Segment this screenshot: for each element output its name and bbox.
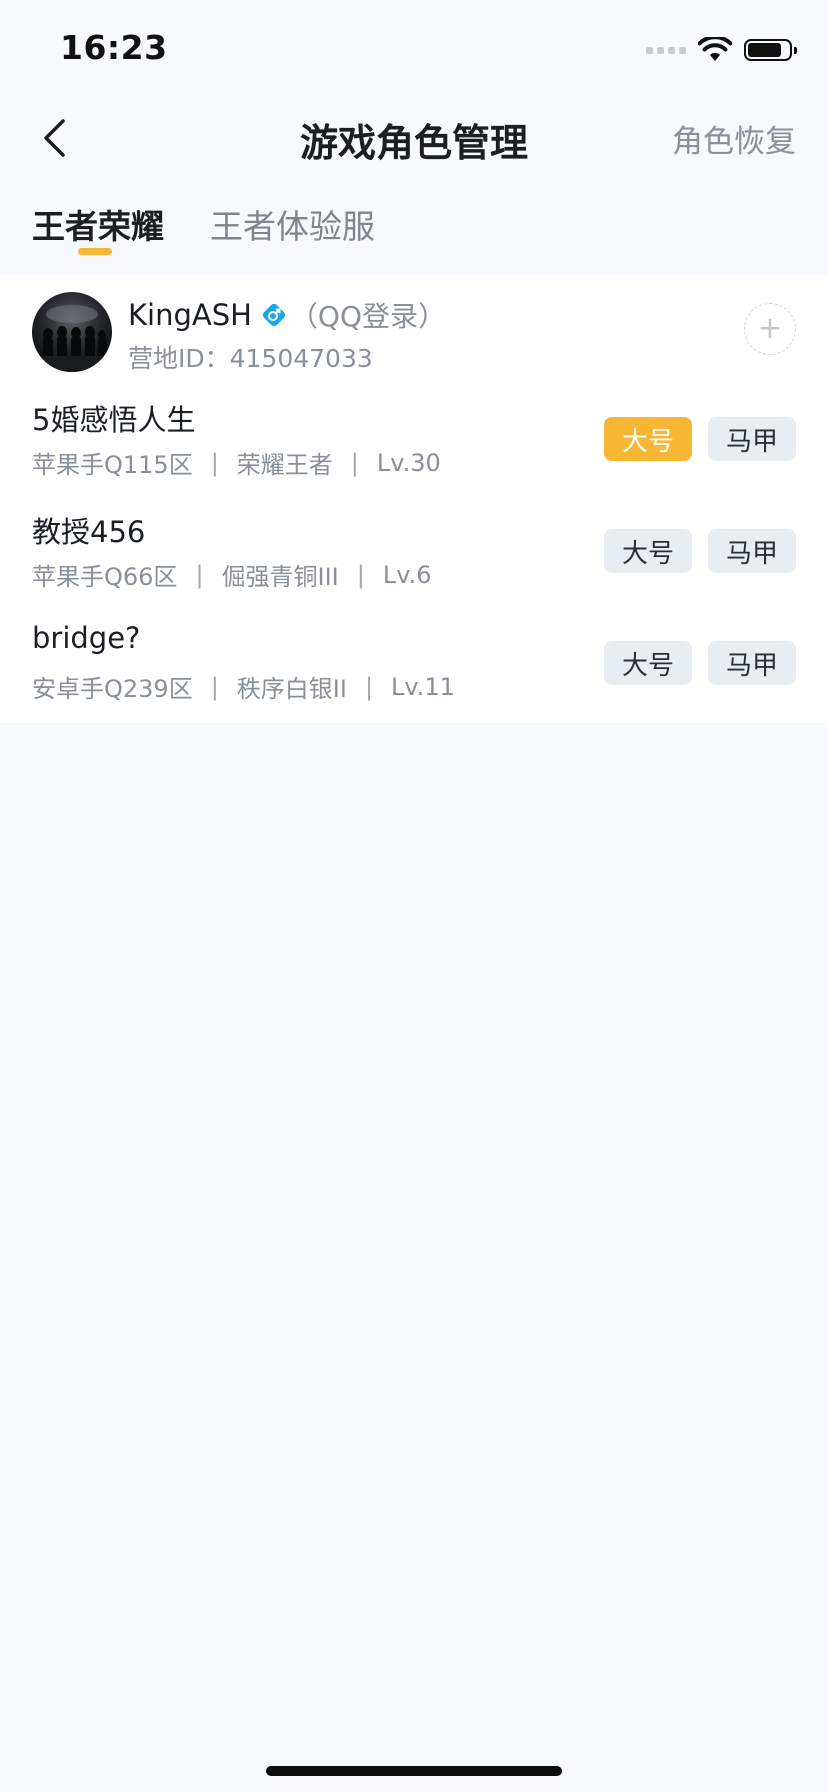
home-indicator[interactable]: [266, 1766, 562, 1776]
game-tabs: 王者荣耀 王者体验服: [0, 196, 828, 276]
navigation-bar: 游戏角色管理 角色恢复: [0, 100, 828, 174]
role-level: Lv.30: [376, 448, 441, 477]
meta-separator: |: [210, 672, 219, 701]
meta-separator: |: [195, 560, 204, 589]
avatar: [32, 292, 112, 372]
tab-experience-server[interactable]: 王者体验服: [210, 200, 375, 248]
role-level: Lv.11: [391, 672, 455, 701]
role-restore-button[interactable]: 角色恢复: [672, 116, 796, 161]
account-name: KingASH: [128, 298, 252, 332]
role-server: 苹果手Q66区: [32, 563, 178, 591]
screen: 16:23 游戏角色管理 角色恢复 王者荣耀 王者体验服 KingASH （QQ…: [0, 0, 828, 1792]
status-icons: [646, 34, 797, 66]
plus-icon: +: [757, 311, 783, 346]
battery-icon: [744, 39, 797, 61]
role-rank: 荣耀王者: [236, 451, 333, 479]
alt-account-button[interactable]: 马甲: [708, 641, 796, 685]
role-rank: 秩序白银II: [236, 675, 347, 703]
role-rank: 倔强青铜III: [221, 563, 339, 591]
camp-id: 营地ID：415047033: [128, 344, 373, 373]
role-level: Lv.6: [382, 560, 432, 589]
role-meta: 苹果手Q115区 | 荣耀王者 | Lv.30: [32, 445, 441, 480]
meta-separator: |: [356, 560, 365, 589]
role-row[interactable]: 5婚感悟人生 苹果手Q115区 | 荣耀王者 | Lv.30 大号 马甲: [0, 385, 828, 497]
main-account-button[interactable]: 大号: [604, 641, 692, 685]
meta-separator: |: [210, 448, 219, 477]
alt-account-button[interactable]: 马甲: [708, 417, 796, 461]
role-type-buttons: 大号 马甲: [604, 417, 796, 461]
role-name: 教授456: [32, 515, 146, 549]
role-name: 5婚感悟人生: [32, 403, 196, 437]
account-row: KingASH （QQ登录） 营地ID：415047033 +: [0, 275, 828, 385]
account-name-line: KingASH （QQ登录）: [128, 295, 446, 335]
role-list-card: KingASH （QQ登录） 营地ID：415047033 + 5婚感悟人生 苹…: [0, 275, 828, 723]
main-account-button[interactable]: 大号: [604, 529, 692, 573]
tab-honor-of-kings[interactable]: 王者荣耀: [32, 200, 164, 248]
meta-separator: |: [364, 672, 374, 701]
role-server: 安卓手Q239区: [32, 675, 193, 703]
add-role-button[interactable]: +: [744, 303, 796, 355]
status-time: 16:23: [60, 28, 168, 67]
status-bar: 16:23: [0, 0, 828, 100]
role-type-buttons: 大号 马甲: [604, 529, 796, 573]
active-tab-indicator: [78, 248, 112, 255]
role-row[interactable]: bridge? 安卓手Q239区 | 秩序白银II | Lv.11 大号 马甲: [0, 609, 828, 721]
role-name: bridge?: [32, 621, 141, 655]
role-type-buttons: 大号 马甲: [604, 641, 796, 685]
cellular-signal-icon: [646, 46, 686, 54]
wifi-icon: [698, 37, 732, 61]
male-gender-icon: [262, 303, 285, 327]
role-meta: 安卓手Q239区 | 秩序白银II | Lv.11: [32, 669, 455, 704]
main-account-button[interactable]: 大号: [604, 417, 692, 461]
login-type: （QQ登录）: [289, 300, 447, 333]
alt-account-button[interactable]: 马甲: [708, 529, 796, 573]
role-row[interactable]: 教授456 苹果手Q66区 | 倔强青铜III | Lv.6 大号 马甲: [0, 497, 828, 609]
role-server: 苹果手Q115区: [32, 451, 193, 479]
meta-separator: |: [350, 448, 359, 477]
role-meta: 苹果手Q66区 | 倔强青铜III | Lv.6: [32, 557, 431, 592]
